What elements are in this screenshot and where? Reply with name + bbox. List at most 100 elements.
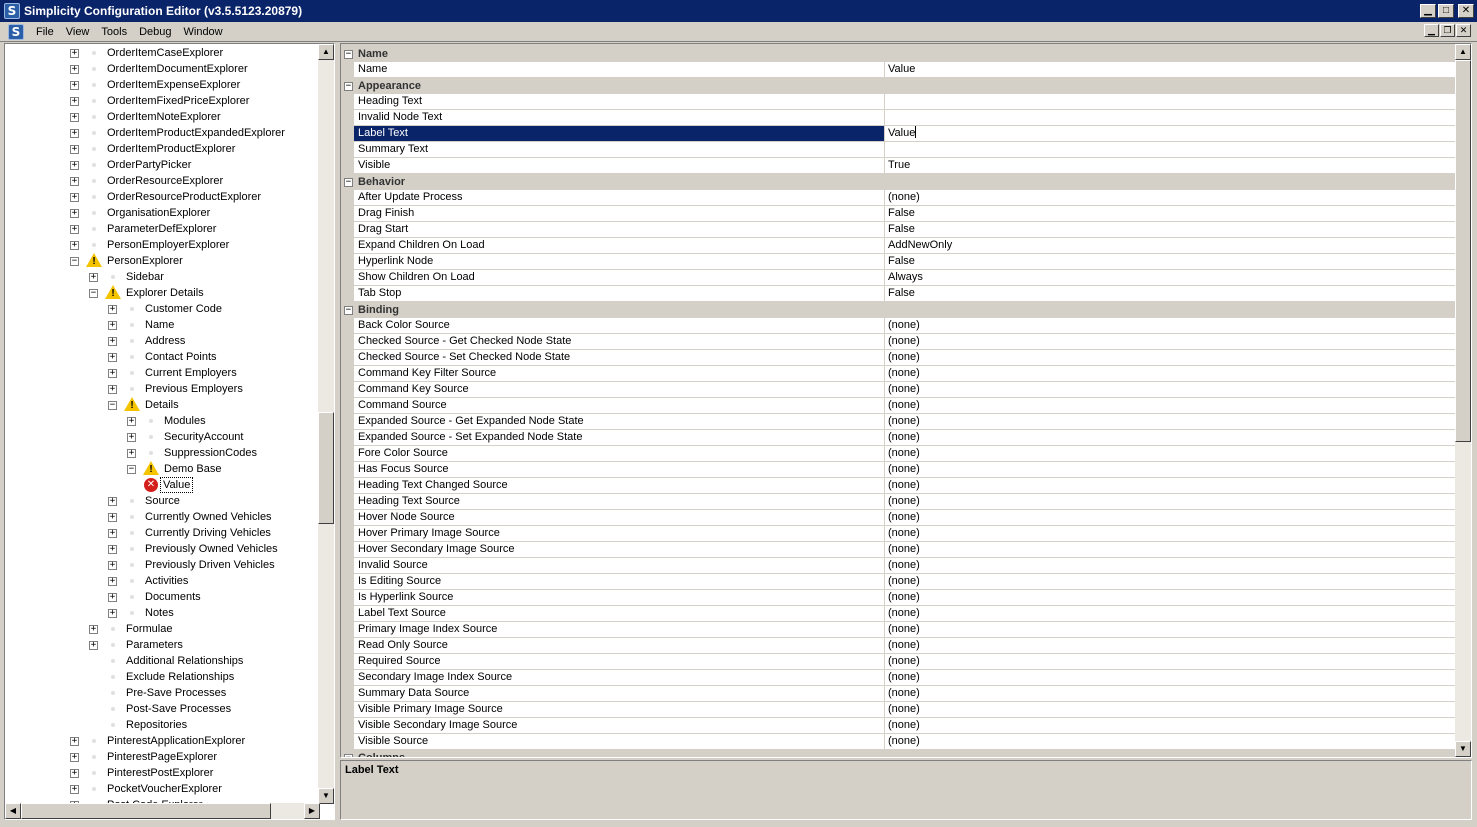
property-row[interactable]: Primary Image Index Source (none)	[341, 622, 1455, 638]
property-value[interactable]: (none)	[884, 606, 1455, 622]
tree-node-label[interactable]: OrderItemProductExpandedExplorer	[107, 126, 285, 140]
property-name[interactable]: After Update Process	[354, 190, 884, 206]
tree-node[interactable]: + Previously Owned Vehicles	[5, 541, 320, 557]
property-name[interactable]: Primary Image Index Source	[354, 622, 884, 638]
expand-icon[interactable]: +	[70, 209, 79, 218]
tree-node-label[interactable]: OrderItemExpenseExplorer	[107, 78, 240, 92]
property-row[interactable]: Hover Secondary Image Source (none)	[341, 542, 1455, 558]
property-row[interactable]: Invalid Node Text	[341, 110, 1455, 126]
property-name[interactable]: Visible Primary Image Source	[354, 702, 884, 718]
expand-icon[interactable]: +	[70, 785, 79, 794]
tree-node-label[interactable]: Current Employers	[145, 366, 237, 380]
tree-node-label[interactable]: OrganisationExplorer	[107, 206, 210, 220]
tree-node[interactable]: + Name	[5, 317, 320, 333]
tree-node-label[interactable]: Additional Relationships	[126, 654, 243, 668]
property-name[interactable]: Summary Text	[354, 142, 884, 158]
tree-node-label[interactable]: Formulae	[126, 622, 172, 636]
property-value[interactable]: False	[884, 206, 1455, 222]
tree-node-label[interactable]: Pre-Save Processes	[126, 686, 226, 700]
tree-node[interactable]: + Contact Points	[5, 349, 320, 365]
tree-node[interactable]: + OrderItemExpenseExplorer	[5, 77, 320, 93]
app-icon[interactable]: S	[4, 3, 20, 19]
property-value[interactable]: (none)	[884, 638, 1455, 654]
expand-icon[interactable]: +	[89, 625, 98, 634]
property-name[interactable]: Hover Primary Image Source	[354, 526, 884, 542]
collapse-icon[interactable]: −	[70, 257, 79, 266]
collapse-icon[interactable]: −	[127, 465, 136, 474]
property-row[interactable]: Visible Source (none)	[341, 734, 1455, 750]
mdi-app-icon[interactable]: S	[8, 23, 24, 40]
property-name[interactable]: Expand Children On Load	[354, 238, 884, 254]
expand-icon[interactable]: +	[108, 321, 117, 330]
tree-hscroll-thumb[interactable]	[21, 803, 271, 819]
expand-icon[interactable]: +	[108, 513, 117, 522]
tree-node[interactable]: + OrderItemCaseExplorer	[5, 45, 320, 61]
tree-node-label[interactable]: Exclude Relationships	[126, 670, 234, 684]
property-row[interactable]: Summary Data Source (none)	[341, 686, 1455, 702]
property-row[interactable]: Expanded Source - Get Expanded Node Stat…	[341, 414, 1455, 430]
property-name[interactable]: Drag Start	[354, 222, 884, 238]
property-row[interactable]: Summary Text	[341, 142, 1455, 158]
property-name[interactable]: Has Focus Source	[354, 462, 884, 478]
expand-icon[interactable]: +	[108, 353, 117, 362]
tree-node-label[interactable]: OrderItemFixedPriceExplorer	[107, 94, 249, 108]
property-row[interactable]: Is Editing Source (none)	[341, 574, 1455, 590]
property-name[interactable]: Read Only Source	[354, 638, 884, 654]
property-value[interactable]: (none)	[884, 318, 1455, 334]
collapse-icon[interactable]: −	[108, 401, 117, 410]
expand-icon[interactable]: +	[70, 49, 79, 58]
tree-node-label[interactable]: Repositories	[126, 718, 187, 732]
tree-node[interactable]: −! Demo Base	[5, 461, 320, 477]
tree-node[interactable]: + Previously Driven Vehicles	[5, 557, 320, 573]
expand-icon[interactable]: +	[70, 161, 79, 170]
property-value[interactable]: False	[884, 254, 1455, 270]
property-value[interactable]: (none)	[884, 382, 1455, 398]
collapse-icon[interactable]: −	[344, 50, 353, 59]
property-name[interactable]: Visible Source	[354, 734, 884, 750]
property-name[interactable]: Secondary Image Index Source	[354, 670, 884, 686]
menu-window[interactable]: Window	[178, 26, 229, 38]
tree-vertical-scrollbar[interactable]: ▲ ▼	[318, 44, 334, 804]
tree-node-label[interactable]: Currently Driving Vehicles	[145, 526, 271, 540]
expand-icon[interactable]: +	[108, 369, 117, 378]
tree-node[interactable]: + OrderResourceProductExplorer	[5, 189, 320, 205]
tree-scroll-right-button[interactable]: ▶	[304, 803, 320, 819]
tree-node-label[interactable]: ParameterDefExplorer	[107, 222, 216, 236]
expand-icon[interactable]: +	[70, 769, 79, 778]
tree-node-label[interactable]: PinterestApplicationExplorer	[107, 734, 245, 748]
property-value[interactable]: (none)	[884, 478, 1455, 494]
expand-icon[interactable]: +	[108, 609, 117, 618]
tree-node[interactable]: + OrderItemProductExplorer	[5, 141, 320, 157]
property-category[interactable]: − Appearance	[341, 78, 1455, 94]
expand-icon[interactable]: +	[127, 433, 136, 442]
expand-icon[interactable]: +	[70, 225, 79, 234]
property-name[interactable]: Label Text	[354, 126, 884, 142]
mdi-close-button[interactable]: ✕	[1456, 24, 1471, 37]
tree-node[interactable]: + Notes	[5, 605, 320, 621]
tree-node-label[interactable]: Previously Driven Vehicles	[145, 558, 275, 572]
tree-node-label[interactable]: PinterestPageExplorer	[107, 750, 217, 764]
tree-node-label[interactable]: Address	[145, 334, 185, 348]
tree-horizontal-scrollbar[interactable]: ◀ ▶	[5, 803, 320, 819]
property-category[interactable]: − Columns	[341, 750, 1455, 757]
property-value[interactable]: (none)	[884, 334, 1455, 350]
property-name[interactable]: Checked Source - Get Checked Node State	[354, 334, 884, 350]
property-value[interactable]: (none)	[884, 190, 1455, 206]
property-name[interactable]: Heading Text Source	[354, 494, 884, 510]
property-value[interactable]: (none)	[884, 622, 1455, 638]
property-row[interactable]: Secondary Image Index Source (none)	[341, 670, 1455, 686]
property-value[interactable]: True	[884, 158, 1455, 174]
property-row[interactable]: Drag Finish False	[341, 206, 1455, 222]
property-value[interactable]	[884, 110, 1455, 126]
menu-file[interactable]: File	[30, 26, 60, 38]
property-row[interactable]: Label Text Source (none)	[341, 606, 1455, 622]
property-value[interactable]: (none)	[884, 398, 1455, 414]
property-row[interactable]: After Update Process (none)	[341, 190, 1455, 206]
tree-node-label[interactable]: PinterestPostExplorer	[107, 766, 213, 780]
property-value[interactable]: (none)	[884, 494, 1455, 510]
property-category[interactable]: − Behavior	[341, 174, 1455, 190]
tree-node-label[interactable]: Notes	[145, 606, 174, 620]
tree-node[interactable]: + OrderItemDocumentExplorer	[5, 61, 320, 77]
property-name[interactable]: Hover Node Source	[354, 510, 884, 526]
tree-node-label[interactable]: Previous Employers	[145, 382, 243, 396]
